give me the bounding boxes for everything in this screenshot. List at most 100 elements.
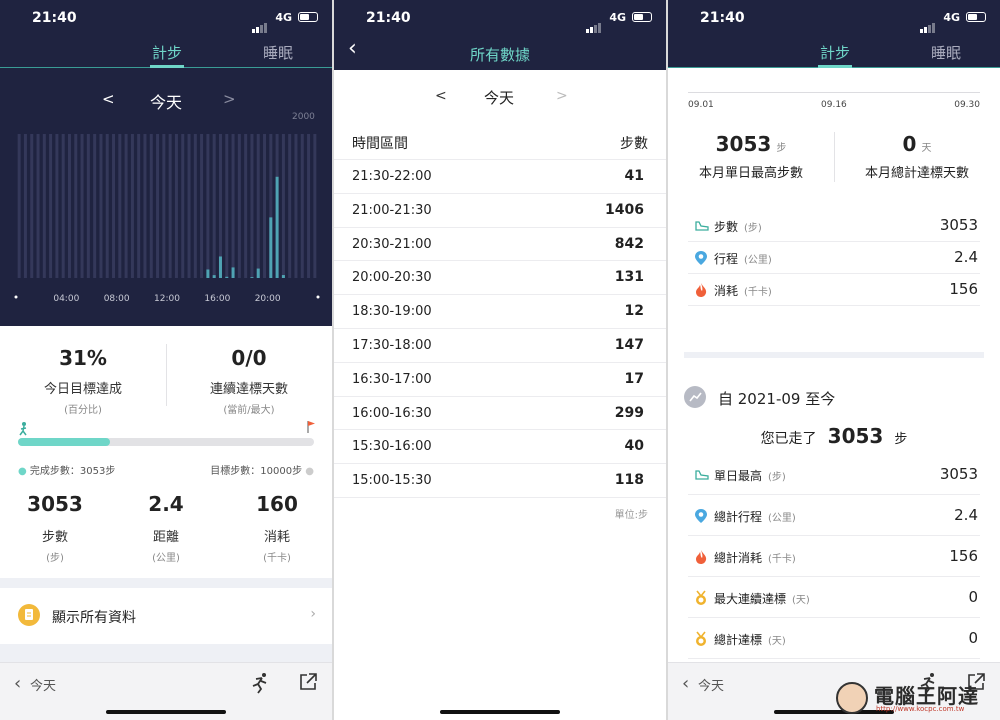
x-tick-label: 12:00 xyxy=(154,294,180,304)
walked-prefix: 您已走了 xyxy=(760,431,817,447)
chart-bar-track xyxy=(23,134,27,278)
chart-bar-track xyxy=(206,134,210,278)
x-tick-label: 20:00 xyxy=(255,294,281,304)
table-row: 17:30-18:00 147 xyxy=(334,329,666,363)
chart-bar-track xyxy=(263,134,267,278)
list-item: 行程 (公里) 2.4 xyxy=(688,242,980,274)
chart-bar-track xyxy=(86,134,90,278)
chart-bar xyxy=(231,267,235,278)
tab-steps[interactable]: 計步 xyxy=(152,42,182,63)
table-row: 16:00-16:30 299 xyxy=(334,397,666,431)
battery-icon xyxy=(632,12,652,22)
signal-icon xyxy=(252,14,268,33)
monthly-header: 21:40 4G 計步 睡眠 xyxy=(668,0,1000,68)
list-item: 最大連續達標 (天) 0 xyxy=(688,577,980,618)
chart-bar-track xyxy=(174,134,178,278)
chart-max-label: 2000 xyxy=(292,112,315,122)
x-tick-label: 16:00 xyxy=(204,294,230,304)
goal-percent-sub: (百分比) xyxy=(64,405,102,416)
metric-value: 2.4 xyxy=(954,505,978,524)
distance-stat: 2.4 距離 (公里) xyxy=(110,492,222,564)
month-axis-line xyxy=(688,92,980,93)
chart-bar-track xyxy=(17,134,21,278)
location-pin-icon xyxy=(694,508,708,524)
flame-icon xyxy=(694,549,708,565)
share-icon[interactable] xyxy=(298,672,318,692)
walked-value: 3053 xyxy=(827,424,884,448)
section-divider xyxy=(0,578,332,588)
month-tick-end: 09.30 xyxy=(954,100,980,110)
running-icon[interactable] xyxy=(250,672,272,694)
back-arrow-icon[interactable]: ‹ xyxy=(682,673,689,694)
month-goal-days: 0 天 本月總計達標天數 xyxy=(834,132,1000,181)
status-bar: 21:40 4G xyxy=(0,0,332,36)
goal-percent-block: 31% 今日目標達成 (百分比) xyxy=(0,346,166,416)
row-time: 20:00-20:30 xyxy=(352,270,432,286)
goal-steps-text: 目標步數：10000步 ● xyxy=(210,466,314,477)
chart-bar xyxy=(256,268,260,278)
list-item: 步數 (步) 3053 xyxy=(688,210,980,242)
tab-sleep[interactable]: 睡眠 xyxy=(263,42,293,63)
streak-value: 0/0 xyxy=(231,346,267,370)
bottom-bar: ‹ 今天 xyxy=(0,662,332,720)
location-pin-icon xyxy=(694,250,708,266)
battery-icon xyxy=(298,12,318,22)
chart-bar-track xyxy=(288,134,292,278)
chart-bar-track xyxy=(187,134,191,278)
tab-steps[interactable]: 計步 xyxy=(820,42,850,63)
metric-unit: (步) xyxy=(768,471,786,483)
row-time: 21:30-22:00 xyxy=(352,169,432,184)
date-prev-button[interactable]: < xyxy=(102,90,115,108)
status-time: 21:40 xyxy=(32,10,77,26)
chart-bar xyxy=(275,176,279,278)
chart-bar-track xyxy=(55,134,59,278)
table-row: 16:30-17:00 17 xyxy=(334,363,666,397)
calories-value: 160 xyxy=(256,492,298,516)
table-row: 15:30-16:00 40 xyxy=(334,430,666,465)
today-stats: 31% 今日目標達成 (百分比) 0/0 連續達標天數 (當前/最大) ● 完成… xyxy=(0,326,332,578)
home-indicator xyxy=(106,710,226,714)
date-next-button[interactable]: > xyxy=(223,90,236,108)
chart-bar-track xyxy=(137,134,141,278)
calories-unit: (千卡) xyxy=(263,553,291,564)
signal-icon xyxy=(920,14,936,33)
since-title: 自 2021-09 至今 xyxy=(718,390,836,408)
status-bar: 21:40 4G xyxy=(668,0,1000,36)
show-all-row[interactable]: 顯示所有資料 › xyxy=(0,588,332,644)
metric-value: 3053 xyxy=(939,464,978,483)
back-label[interactable]: 今天 xyxy=(698,675,724,694)
table-row: 21:30-22:00 41 xyxy=(334,160,666,194)
date-next-button[interactable]: > xyxy=(556,88,568,104)
tab-sleep[interactable]: 睡眠 xyxy=(931,42,961,63)
chart-bar-track xyxy=(42,134,46,278)
chart-bar xyxy=(218,256,222,278)
watermark: 電腦王阿達 http://www.kocpc.com.tw xyxy=(836,678,996,718)
chart-bar-track xyxy=(212,134,216,278)
back-arrow-icon[interactable]: ‹ xyxy=(14,673,21,694)
done-steps-text: ● 完成步數：3053步 xyxy=(18,466,116,477)
network-label: 4G xyxy=(275,11,292,24)
network-label: 4G xyxy=(609,11,626,24)
network-label: 4G xyxy=(943,11,960,24)
date-prev-button[interactable]: < xyxy=(435,88,447,104)
steps-unit: (步) xyxy=(46,553,64,564)
chart-bar-track xyxy=(225,134,229,278)
month-goal-days-value: 0 xyxy=(902,132,917,156)
steps-stat: 3053 步數 (步) xyxy=(0,492,110,564)
back-label[interactable]: 今天 xyxy=(30,675,56,694)
axis-start-dot xyxy=(14,295,18,299)
metric-value: 2.4 xyxy=(954,248,978,266)
metric-unit: (天) xyxy=(768,635,786,647)
metric-value: 0 xyxy=(968,587,978,606)
battery-icon xyxy=(966,12,986,22)
metric-label: 單日最高 (步) xyxy=(714,468,786,483)
chart-bar-track xyxy=(143,134,147,278)
row-steps: 40 xyxy=(624,438,644,455)
chart-bar-track xyxy=(93,134,97,278)
goal-progress-fill xyxy=(18,438,110,446)
row-time: 15:30-16:00 xyxy=(352,439,432,455)
list-item: 消耗 (千卡) 156 xyxy=(688,274,980,306)
month-goal-days-unit: 天 xyxy=(921,143,932,154)
page-title: 所有數據 xyxy=(469,46,530,64)
status-time: 21:40 xyxy=(700,10,745,26)
